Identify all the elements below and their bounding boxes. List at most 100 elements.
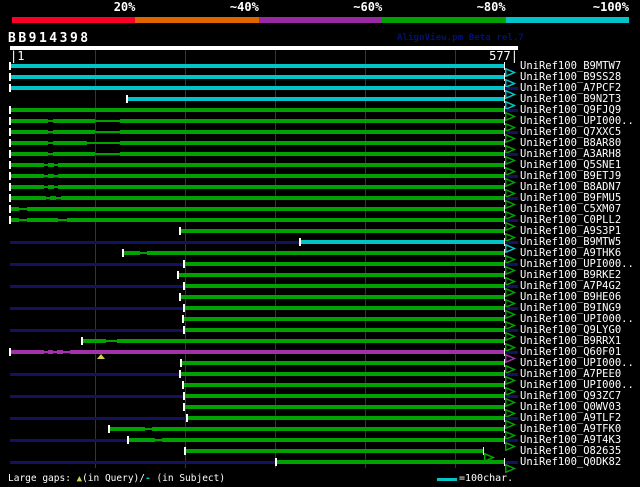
alignment-bar	[179, 273, 504, 277]
alignment-bar	[186, 449, 483, 453]
start-position-tick	[81, 337, 83, 345]
start-position-tick	[9, 183, 11, 191]
gridline	[95, 50, 96, 468]
alignment-bar	[27, 207, 504, 211]
alignment-bar	[185, 328, 504, 332]
alignment-gap-segment	[95, 153, 120, 155]
scale-segment	[12, 17, 136, 23]
alignment-bar	[185, 394, 504, 398]
alignment-bar	[11, 64, 504, 68]
alignment-gap-segment	[140, 252, 147, 254]
hit-label[interactable]: UniRef100_Q0DK82	[520, 457, 621, 468]
start-position-tick	[183, 304, 185, 312]
alignment-bar	[184, 383, 504, 387]
alignment-bar	[11, 130, 48, 134]
alignment-bar	[117, 339, 504, 343]
alignment-bar	[27, 218, 58, 222]
start-position-tick	[9, 62, 11, 70]
alignment-bar	[53, 141, 87, 145]
alignment-bar	[11, 350, 44, 354]
alignment-bar	[120, 130, 504, 134]
start-position-tick	[183, 326, 185, 334]
query-length-bar	[10, 46, 518, 50]
hundred-char-label: =100char.	[459, 473, 514, 484]
alignment-bar	[185, 405, 504, 409]
start-position-tick	[9, 128, 11, 136]
alignment-bar	[124, 251, 140, 255]
alignment-bar	[11, 207, 19, 211]
alignment-bar	[11, 86, 504, 90]
start-position-tick	[9, 117, 11, 125]
alignment-bar	[53, 152, 95, 156]
alignment-gap-segment	[87, 142, 120, 144]
alignment-bar	[11, 119, 48, 123]
start-position-tick	[9, 348, 11, 356]
start-position-tick	[179, 293, 181, 301]
start-position-tick	[9, 205, 11, 213]
scale-percent-label: 20%	[113, 0, 136, 14]
alignment-gap-segment	[19, 208, 27, 210]
alignment-gap-segment	[95, 120, 120, 122]
alignment-bar	[185, 306, 504, 310]
alignment-bar	[67, 218, 504, 222]
alignment-gap-segment	[95, 131, 120, 133]
alignment-bar	[188, 416, 504, 420]
alignment-bar	[11, 218, 19, 222]
alignment-bar	[185, 284, 504, 288]
start-position-tick	[127, 436, 129, 444]
alignment-bar	[58, 185, 504, 189]
alignment-bar	[152, 427, 504, 431]
scale-segment	[505, 17, 629, 23]
start-position-tick	[9, 194, 11, 202]
scale-percent-label: ~60%	[353, 0, 383, 14]
start-position-tick	[122, 249, 124, 257]
alignment-bar	[129, 438, 155, 442]
alignment-bar	[120, 152, 504, 156]
alignment-bar	[11, 196, 46, 200]
start-position-tick	[275, 458, 277, 466]
start-position-tick	[183, 392, 185, 400]
legend-subject-text: (in Subject)	[150, 473, 226, 484]
start-position-tick	[9, 161, 11, 169]
scale-percent-label: ~80%	[476, 0, 506, 14]
start-position-tick	[180, 359, 182, 367]
start-position-tick	[182, 381, 184, 389]
alignment-viewer: 20% ~40% ~60% ~80% ~100% BB914398 AlignView.…	[0, 0, 640, 487]
start-position-tick	[9, 84, 11, 92]
alignment-bar	[120, 141, 504, 145]
scale-percent-label: ~40%	[229, 0, 259, 14]
scale-segment	[135, 17, 259, 23]
alignment-bar	[61, 196, 504, 200]
alignment-bar	[11, 141, 48, 145]
alignment-bar	[11, 174, 44, 178]
start-position-tick	[299, 238, 301, 246]
alignment-bar	[70, 350, 504, 354]
alignment-bar	[11, 108, 504, 112]
scale-percent-label: ~100%	[592, 0, 629, 14]
start-position-tick	[179, 227, 181, 235]
start-position-tick	[182, 315, 184, 323]
alignment-bar	[58, 163, 504, 167]
query-gap-marker-icon	[97, 354, 105, 359]
alignment-bar	[162, 438, 504, 442]
start-position-tick	[9, 73, 11, 81]
alignment-gap-segment	[58, 219, 67, 221]
alignment-bar	[11, 75, 504, 79]
alignment-bar	[83, 339, 106, 343]
alignment-bar	[128, 97, 504, 101]
alignment-bar	[181, 372, 504, 376]
start-position-tick	[183, 403, 185, 411]
alignment-bar	[185, 262, 504, 266]
alignment-bar	[53, 119, 95, 123]
start-position-tick	[126, 95, 128, 103]
alignment-bar	[53, 130, 95, 134]
hundred-char-scale-line	[437, 478, 457, 481]
alignment-gap-segment	[155, 439, 162, 441]
start-position-tick	[9, 106, 11, 114]
alignment-arrowhead-icon	[505, 436, 517, 455]
alignment-bar	[11, 152, 48, 156]
start-position-tick	[179, 370, 181, 378]
start-position-tick	[9, 216, 11, 224]
scale-segment	[258, 17, 383, 23]
legend-query-text: (in Query)/	[82, 473, 145, 484]
